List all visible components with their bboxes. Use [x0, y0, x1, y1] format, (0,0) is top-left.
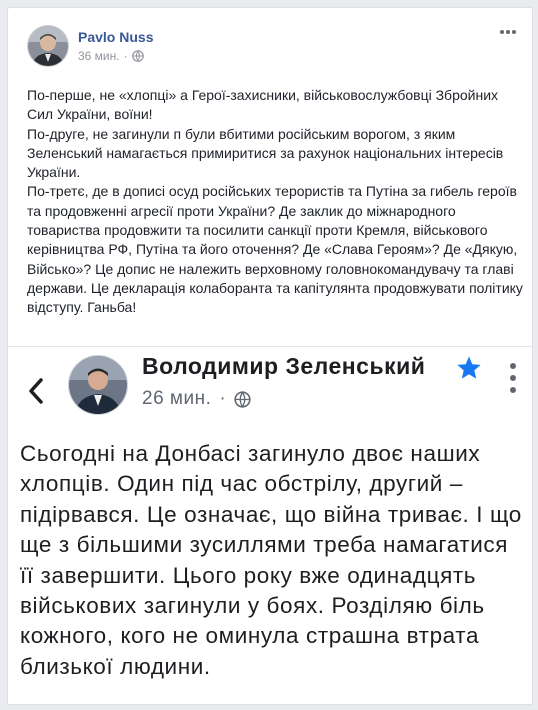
- meta-separator: ·: [123, 49, 128, 63]
- post-meta: 36 мин. ·: [78, 49, 144, 63]
- meta-separator: ·: [219, 388, 227, 409]
- back-chevron-icon[interactable]: [26, 377, 46, 405]
- post-paragraph: По-третє, де в дописі осуд російських те…: [27, 183, 523, 316]
- shared-post-text: Сьогодні на Донбасі загинуло двоє наших …: [20, 441, 522, 679]
- globe-icon: [131, 50, 144, 62]
- post-paragraph: По-друге, не загинули п були вбитими рос…: [27, 125, 504, 181]
- shared-post-meta: 26 мин. ·: [142, 388, 251, 410]
- post-text: По-перше, не «хлопці» а Герої-захисники,…: [27, 86, 527, 318]
- globe-icon: [234, 390, 251, 408]
- shared-post-time[interactable]: 26 мин.: [142, 388, 211, 410]
- avatar[interactable]: [68, 355, 128, 415]
- post-card: Pavlo Nuss 36 мин. · По-перше, не «хлопц…: [7, 7, 533, 705]
- vertical-dots-icon[interactable]: [508, 361, 518, 395]
- shared-screenshot: Володимир Зеленський 26 мин. · Сьогодні …: [8, 346, 532, 704]
- author-name[interactable]: Pavlo Nuss: [78, 29, 153, 45]
- avatar[interactable]: [27, 25, 69, 67]
- post-paragraph: По-перше, не «хлопці» а Герої-захисники,…: [27, 87, 499, 123]
- shared-author-name[interactable]: Володимир Зеленський: [142, 353, 425, 380]
- verified-star-icon: [457, 356, 481, 379]
- more-options-icon[interactable]: [496, 22, 520, 42]
- post-time[interactable]: 36 мин.: [78, 49, 120, 63]
